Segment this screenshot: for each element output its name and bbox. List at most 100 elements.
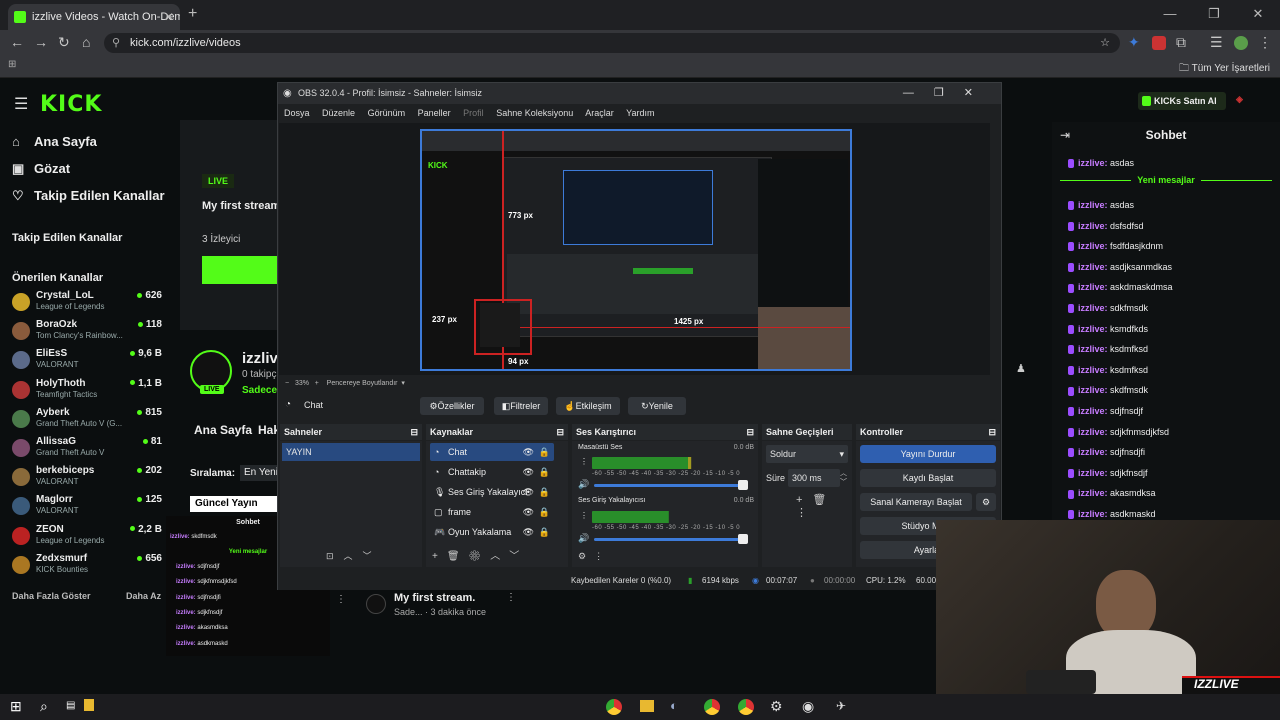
chat-username[interactable]: izzlive: [1078, 365, 1108, 375]
chat-username[interactable]: izzlive: [1078, 262, 1108, 272]
chat-username[interactable]: izzlive: [1078, 427, 1108, 437]
stream-preview-card[interactable]: LIVE My first stream 3 İzleyici [180, 120, 280, 330]
visibility-eye-icon[interactable]: 👁 [523, 523, 534, 541]
minimize-icon[interactable]: — [1148, 0, 1192, 28]
chrome-profile-icon[interactable] [704, 699, 720, 715]
dock-menu-icon[interactable]: ⊟ [988, 424, 996, 440]
start-virtual-camera-button[interactable]: Sanal Kamerayı Başlat [860, 493, 972, 511]
back-icon[interactable]: ← [10, 34, 24, 50]
browser-tab[interactable]: izzlive Videos - Watch On-Dem ✕ [8, 4, 180, 30]
hamburger-menu-icon[interactable]: ☰ [14, 94, 28, 114]
reload-icon[interactable]: ↻ [58, 34, 70, 51]
source-item[interactable]: ◔ Chat 👁 🔒 [430, 443, 554, 461]
tab-home[interactable]: Ana Sayfa [194, 423, 252, 437]
menu-view[interactable]: Görünüm [368, 108, 406, 118]
extension-badge-icon[interactable] [1152, 36, 1166, 50]
forward-icon[interactable]: → [34, 34, 48, 50]
nav-browse[interactable]: ▣ Gözat [12, 161, 70, 177]
source-controls[interactable]: +🗑⚙︿﹀ [432, 547, 528, 562]
bookmark-star-icon[interactable]: ☆ [1100, 33, 1110, 53]
virtual-camera-settings-icon[interactable]: ⚙ [976, 493, 996, 511]
close-window-icon[interactable]: ✕ [1236, 0, 1280, 28]
kick-logo[interactable]: KICK [40, 92, 102, 117]
transition-controls[interactable]: +🗑⋮ [796, 493, 852, 519]
address-bar[interactable]: ⚲ kick.com/izzlive/videos ☆ [104, 33, 1120, 53]
user-avatar-icon[interactable]: ◈ [1236, 94, 1243, 105]
menu-file[interactable]: Dosya [284, 108, 310, 118]
source-item[interactable]: ▢ frame 👁 🔒 [430, 503, 554, 521]
settings-icon[interactable]: ⚙ [770, 698, 783, 715]
obs-preview[interactable]: KICK 773 px 237 px 1425 px 94 px − 33% +… [279, 123, 990, 387]
profile-avatar[interactable] [1234, 36, 1248, 50]
duration-stepper[interactable]: ︿ ﹀ [840, 469, 847, 487]
channel-item[interactable]: HolyThoth Teamfight Tactics 1,1 B [12, 378, 162, 406]
visibility-eye-icon[interactable]: 👁 [523, 443, 534, 461]
more-options-icon[interactable]: ⋮ [336, 594, 346, 605]
show-less-link[interactable]: Daha Az [126, 591, 161, 601]
chrome-icon[interactable] [606, 699, 622, 715]
chat-username[interactable]: izzlive: [1078, 447, 1108, 457]
start-recording-button[interactable]: Kaydı Başlat [860, 469, 996, 487]
chat-username[interactable]: izzlive: [1078, 303, 1108, 313]
refresh-button[interactable]: ↻Yenile [628, 397, 686, 415]
chrome-app-icon[interactable] [738, 699, 754, 715]
interact-button[interactable]: ☝Etkileşim [556, 397, 620, 415]
extension-icon[interactable]: ✦ [1128, 34, 1140, 51]
channel-item[interactable]: AllissaG Grand Theft Auto V 81 [12, 436, 162, 464]
obs-window-controls[interactable]: —❐✕ [903, 83, 993, 104]
mixer-settings-icon[interactable]: ⚙⋮ [578, 551, 611, 562]
fit-window-label[interactable]: Pencereye Boyutlandır [327, 380, 398, 387]
chat-username[interactable]: izzlive: [1078, 241, 1108, 251]
browser-menu-icon[interactable]: ⋮ [1258, 34, 1272, 51]
chat-username[interactable]: izzlive: [1078, 406, 1108, 416]
menu-edit[interactable]: Düzenle [322, 108, 355, 118]
video-options-icon[interactable]: ⋮ [506, 592, 516, 603]
channel-item[interactable]: ZEON League of Legends 2,2 B [12, 524, 162, 552]
chat-username[interactable]: izzlive: [1078, 324, 1108, 334]
current-stream-button[interactable]: Güncel Yayın [190, 496, 277, 512]
scene-item[interactable]: YAYIN [282, 443, 420, 461]
dock-menu-icon[interactable]: ⊟ [410, 424, 418, 440]
channel-item[interactable]: EliEsS VALORANT 9,6 B [12, 348, 162, 376]
channel-item[interactable]: BoraOzk Tom Clancy's Rainbow... 118 [12, 319, 162, 347]
new-tab-icon[interactable]: + [188, 5, 197, 23]
channel-item[interactable]: Ayberk Grand Theft Auto V (G... 815 [12, 407, 162, 435]
folder-icon[interactable] [640, 700, 654, 712]
zoom-out-icon[interactable]: − [285, 380, 289, 387]
properties-button[interactable]: ⚙Özellikler [420, 397, 484, 415]
channel-item[interactable]: berkebiceps VALORANT 202 [12, 465, 162, 493]
dock-menu-icon[interactable]: ⊟ [746, 424, 754, 440]
channel-item[interactable]: Crystal_LoL League of Legends 626 [12, 290, 162, 318]
nav-following[interactable]: ♡ Takip Edilen Kanallar [12, 188, 165, 204]
channel-item[interactable]: Maglorr VALORANT 125 [12, 494, 162, 522]
file-explorer-icon[interactable] [84, 699, 94, 711]
chat-username[interactable]: izzlive: [1078, 488, 1108, 498]
lock-icon[interactable]: 🔒 [539, 463, 550, 481]
maximize-icon[interactable]: ❐ [1192, 0, 1236, 28]
apps-grid-icon[interactable]: ⊞ [8, 59, 16, 70]
chat-username[interactable]: izzlive: [1078, 509, 1108, 519]
start-icon[interactable]: ⊞ [10, 698, 22, 715]
extensions-puzzle-icon[interactable]: ⧉ [1176, 34, 1186, 51]
visibility-eye-icon[interactable]: 👁 [523, 503, 534, 521]
visibility-eye-icon[interactable]: 👁 [523, 463, 534, 481]
visibility-eye-icon[interactable]: 👁 [523, 483, 534, 501]
mixer-channel-2-volume-handle[interactable] [738, 534, 748, 544]
sort-select[interactable]: En Yeni [240, 465, 277, 481]
task-view-icon[interactable]: ▤ [66, 700, 75, 711]
show-more-link[interactable]: Daha Fazla Göster [12, 591, 91, 601]
zoom-controls[interactable]: − 33% + Pencereye Boyutlandır ▾ [285, 379, 405, 387]
lock-icon[interactable]: 🔒 [539, 483, 550, 501]
mixer-channel-1-mute-icon[interactable]: 🔊 [578, 479, 589, 490]
video-title[interactable]: My first stream. [394, 592, 475, 604]
menu-help[interactable]: Yardım [626, 108, 654, 118]
chat-username[interactable]: izzlive: [1078, 468, 1108, 478]
transition-select[interactable]: Soldur ▾ [766, 445, 848, 463]
chat-username[interactable]: izzlive: [1078, 158, 1108, 168]
chat-username[interactable]: izzlive: [1078, 282, 1108, 292]
menu-tools[interactable]: Araçlar [585, 108, 614, 118]
dock-menu-icon[interactable]: ⊟ [556, 424, 564, 440]
filters-button[interactable]: ◧Filtreler [494, 397, 548, 415]
source-item[interactable]: ◔ Chattakip 👁 🔒 [430, 463, 554, 481]
source-item[interactable]: 🎮 Oyun Yakalama 👁 🔒 [430, 523, 554, 541]
